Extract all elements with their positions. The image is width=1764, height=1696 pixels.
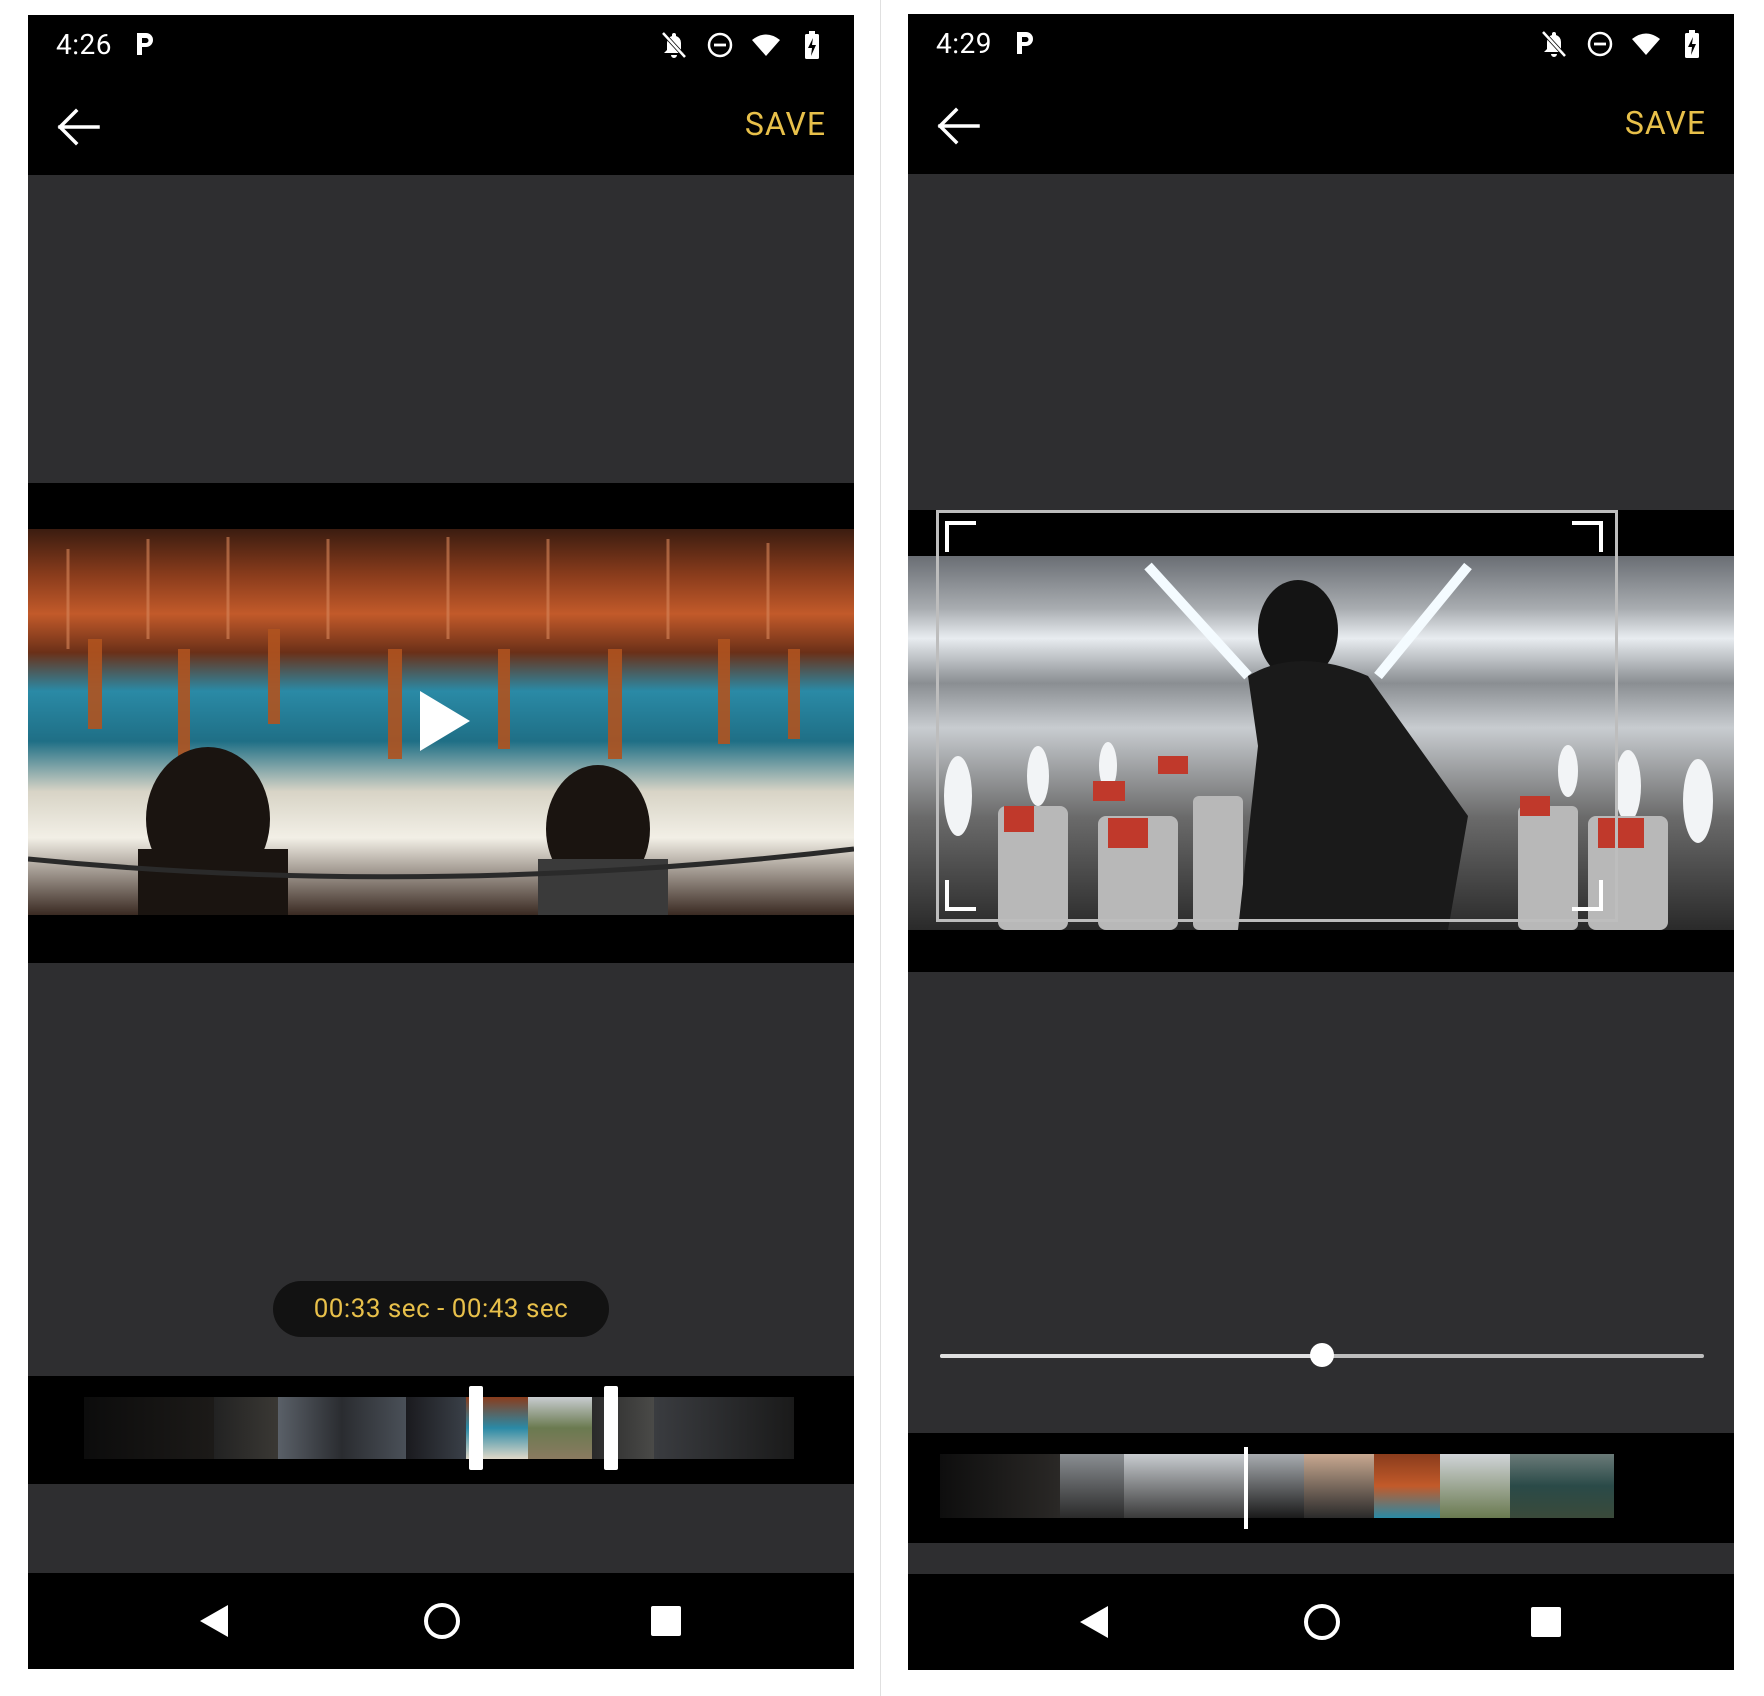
status-icons: [658, 29, 828, 61]
nav-back-icon[interactable]: [1074, 1598, 1122, 1646]
timeline-strip[interactable]: [908, 1433, 1734, 1543]
crop-corner-bottom-right-icon[interactable]: [1572, 880, 1604, 912]
timeline-thumbnail: [1304, 1454, 1374, 1518]
video-preview[interactable]: [28, 529, 854, 915]
app-notification-icon: [137, 33, 153, 55]
nav-back-icon[interactable]: [194, 1597, 242, 1645]
timeline-thumbnail: [592, 1397, 654, 1459]
save-button[interactable]: SAVE: [745, 105, 826, 143]
timeline-thumbnail: [1124, 1454, 1244, 1518]
timeline-thumbnail: [214, 1397, 278, 1459]
status-bar: 4:29: [908, 14, 1734, 76]
timeline-thumbnail: [406, 1397, 466, 1459]
timeline-thumbnail: [1374, 1454, 1440, 1518]
top-app-bar: SAVE: [908, 76, 1734, 174]
crop-frame[interactable]: [936, 510, 1618, 922]
save-button[interactable]: SAVE: [1625, 104, 1706, 142]
crop-corner-bottom-left-icon[interactable]: [944, 880, 976, 912]
status-icons: [1538, 28, 1708, 60]
notifications-off-icon: [1538, 28, 1570, 60]
status-time: 4:29: [936, 27, 992, 60]
crop-screen: 4:29 SAVE: [908, 14, 1734, 1670]
timeline-strip[interactable]: [28, 1376, 854, 1484]
nav-recents-icon[interactable]: [1522, 1598, 1570, 1646]
do-not-disturb-icon: [704, 29, 736, 61]
top-app-bar: SAVE: [28, 77, 854, 175]
battery-charging-icon: [796, 29, 828, 61]
seek-slider[interactable]: [940, 1343, 1704, 1367]
timeline-playhead[interactable]: [1244, 1447, 1248, 1529]
crop-corner-top-right-icon[interactable]: [1572, 520, 1604, 552]
status-bar: 4:26: [28, 15, 854, 77]
trim-range-label: 00:33 sec - 00:43 sec: [273, 1281, 609, 1337]
wifi-icon: [750, 29, 782, 61]
timeline-thumbnail: [1060, 1454, 1124, 1518]
timeline-thumbnail: [1440, 1454, 1510, 1518]
nav-home-icon[interactable]: [1298, 1598, 1346, 1646]
timeline-thumbnail: [528, 1397, 592, 1459]
seek-slider-fill: [940, 1354, 1322, 1358]
status-time: 4:26: [56, 28, 112, 61]
system-nav-bar: [908, 1574, 1734, 1670]
crop-corner-top-left-icon[interactable]: [944, 520, 976, 552]
timeline-thumbnail: [84, 1397, 214, 1459]
timeline-thumbnail: [654, 1397, 794, 1459]
play-icon[interactable]: [416, 689, 472, 753]
timeline-thumbnail: [940, 1454, 1060, 1518]
nav-home-icon[interactable]: [418, 1597, 466, 1645]
notifications-off-icon: [658, 29, 690, 61]
app-notification-icon: [1017, 32, 1033, 54]
wifi-icon: [1630, 28, 1662, 60]
trim-handle-end[interactable]: [604, 1386, 618, 1470]
battery-charging-icon: [1676, 28, 1708, 60]
timeline-thumbnail: [1510, 1454, 1614, 1518]
screen-divider: [880, 0, 881, 1696]
timeline-thumbnail: [278, 1397, 406, 1459]
trim-handle-start[interactable]: [469, 1386, 483, 1470]
trim-screen: 4:26 SAVE 00:33 sec - 00:43 sec: [28, 15, 854, 1669]
seek-slider-thumb[interactable]: [1310, 1343, 1334, 1367]
do-not-disturb-icon: [1584, 28, 1616, 60]
back-arrow-icon[interactable]: [930, 96, 990, 156]
back-arrow-icon[interactable]: [50, 97, 110, 157]
nav-recents-icon[interactable]: [642, 1597, 690, 1645]
timeline-thumbnail: [1244, 1454, 1304, 1518]
system-nav-bar: [28, 1573, 854, 1669]
